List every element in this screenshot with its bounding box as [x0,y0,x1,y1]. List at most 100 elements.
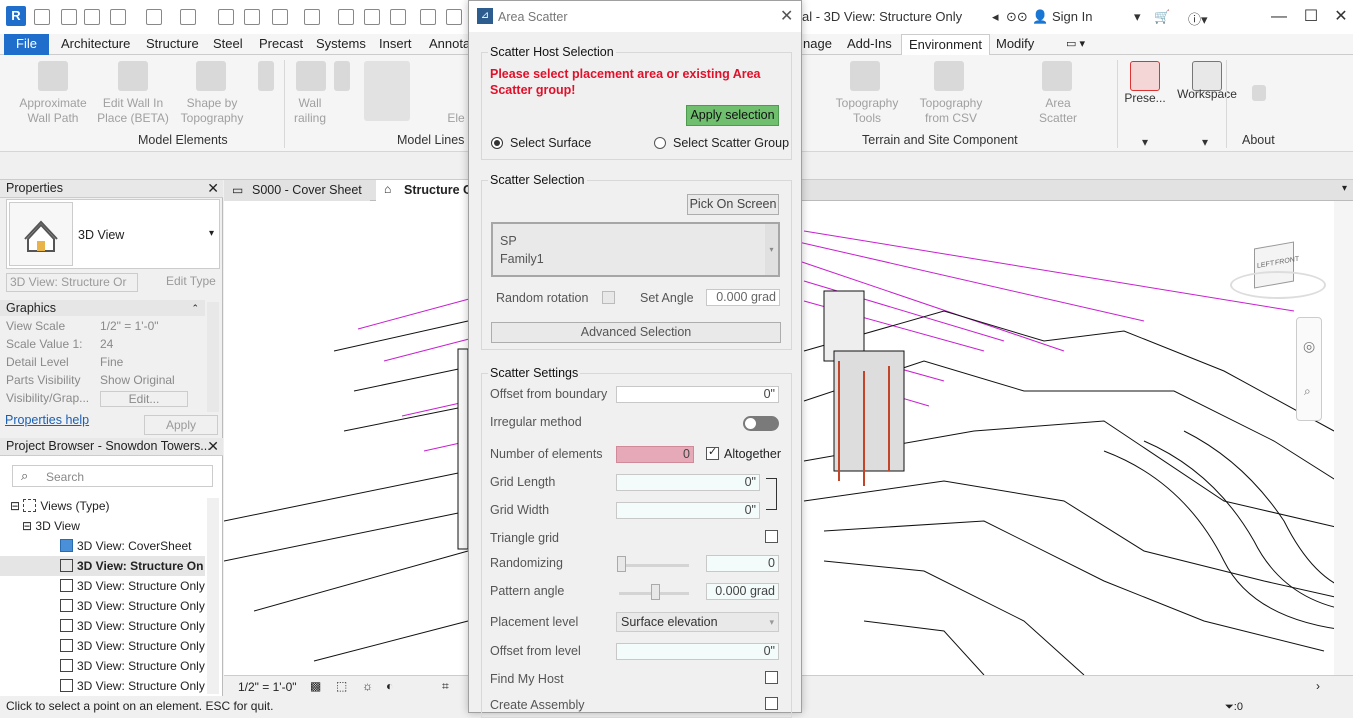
list-scrollbar[interactable]: ▾ [765,224,778,275]
area-scatter-button[interactable]: Area Scatter [1030,96,1086,126]
prop-row-visibility-graphics[interactable]: Visibility/Grap... Edit... [6,389,202,407]
family-list[interactable]: SP Family1 ▾ [491,222,780,277]
sync-icon[interactable] [110,9,126,25]
apply-selection-button[interactable]: Apply selection [686,105,779,126]
visual-style-icon[interactable]: ⬚ [336,679,347,693]
open-icon[interactable] [61,9,77,25]
altogether-label[interactable]: Altogether [724,447,781,461]
randomizing-slider-thumb[interactable] [617,556,626,572]
revit-app-icon[interactable]: R [6,6,26,26]
tree-views-type[interactable]: ⊟ Views (Type) [10,496,110,516]
maximize-button[interactable]: ☐ [1296,6,1326,28]
prop-row-view-scale[interactable]: View Scale 1/2" = 1'-0" [6,317,202,335]
tab-systems[interactable]: Systems [316,34,366,55]
pattern-angle-slider-thumb[interactable] [651,584,660,600]
prop-row-scale-value[interactable]: Scale Value 1: 24 [6,335,202,353]
properties-help-link[interactable]: Properties help [5,413,89,427]
edit-wall-in-place-button[interactable]: Edit Wall In Place (BETA) [96,96,170,126]
small-tools-icon[interactable] [258,61,274,91]
dropdown-icon[interactable]: ▾ [1134,9,1141,25]
crop-icon[interactable]: ⌗ [442,679,449,694]
graphics-section[interactable]: Graphics ⌃ [0,300,205,316]
scroll-right-icon[interactable]: › [1316,679,1320,693]
tree-3d-view[interactable]: ⊟ 3D View [22,516,80,536]
view-cube[interactable]: LEFT FRONT [1224,237,1334,307]
tab-cover-sheet[interactable]: S000 - Cover Sheet [224,180,370,201]
tab-add-ins[interactable]: Add-Ins [847,34,892,55]
offset-level-input[interactable]: 0" [616,643,779,660]
tree-item[interactable]: 3D View: CoverSheet [60,536,192,556]
model-lines-icon[interactable] [364,61,410,121]
compass-ring[interactable] [1230,271,1326,299]
tab-architecture[interactable]: Architecture [61,34,130,55]
tab-steel[interactable]: Steel [213,34,243,55]
apply-button[interactable]: Apply [144,415,218,435]
triangle-grid-checkbox[interactable] [765,530,778,543]
user-icon[interactable]: 👤 [1032,9,1048,25]
pattern-angle-input[interactable]: 0.000 grad [706,583,779,600]
sign-in-link[interactable]: Sign In [1052,9,1092,24]
workspace-button[interactable]: Workspace [1172,87,1242,102]
undo-icon[interactable] [146,9,162,25]
presets-button[interactable]: Prese... [1120,91,1170,106]
grid-length-input[interactable]: 0" [616,474,760,491]
tree-item[interactable]: 3D View: Structure Only [60,676,205,696]
text-icon[interactable] [364,9,380,25]
redo-icon[interactable] [180,9,196,25]
help-icon[interactable]: ⓘ▾ [1188,9,1208,28]
tab-file[interactable]: File [4,34,49,55]
tab-manage[interactable]: nage [803,34,832,55]
default-3d-icon[interactable] [390,9,406,25]
tab-insert[interactable]: Insert [379,34,412,55]
grid-width-input[interactable]: 0" [616,502,760,519]
home-icon[interactable] [34,9,50,25]
edit-type-button[interactable]: Edit Type [144,273,218,292]
navigation-bar[interactable]: ◎ ⌕ [1296,317,1322,421]
section-icon[interactable] [420,9,436,25]
shape-by-topography-button[interactable]: Shape by Topography [176,96,248,126]
dimension-icon[interactable] [272,9,288,25]
steering-wheel-icon[interactable]: ◎ [1303,338,1315,355]
shadows-icon[interactable]: ◐ [386,679,393,693]
collapse-icon[interactable]: ⌃ [191,300,199,316]
wall-railing-button[interactable]: Wall railing [286,96,334,126]
list-item[interactable]: SP [500,234,517,248]
minimize-button[interactable]: — [1264,6,1294,28]
detail-level-icon[interactable]: ▩ [310,679,321,693]
type-selector[interactable]: 3D View ▾ [6,199,220,269]
set-angle-input[interactable]: 0.000 grad [706,289,780,306]
find-host-checkbox[interactable] [765,671,778,684]
railing-tools-icon[interactable] [334,61,350,91]
tag-icon[interactable] [338,9,354,25]
link-icon[interactable] [766,478,777,510]
pick-on-screen-button[interactable]: Pick On Screen [687,194,779,215]
about-icon[interactable] [1252,85,1266,101]
select-scatter-group-radio[interactable] [654,137,666,149]
create-assembly-checkbox[interactable] [765,697,778,710]
tree-item-selected[interactable]: 3D View: Structure On [0,556,205,576]
list-item[interactable]: Family1 [500,252,544,266]
randomizing-slider[interactable] [619,564,689,567]
tab-annotate[interactable]: Annota [429,34,470,55]
close-browser-icon[interactable]: ✕ [207,438,219,455]
view-scale-control[interactable]: 1/2" = 1'-0" [238,680,297,694]
select-surface-label[interactable]: Select Surface [510,136,591,150]
sun-path-icon[interactable]: ☼ [362,679,373,693]
elevation-button[interactable]: Ele [446,111,466,126]
browser-scrollbar[interactable] [207,498,219,694]
close-dialog-button[interactable]: ✕ [780,6,793,26]
type-dropdown-icon[interactable]: ▾ [209,228,214,239]
tab-modify[interactable]: Modify [996,34,1034,55]
save-icon[interactable] [84,9,100,25]
workspace-dropdown-icon[interactable]: ▾ [1198,135,1212,150]
close-properties-icon[interactable]: ✕ [207,180,219,197]
tree-item[interactable]: 3D View: Structure Only [60,636,205,656]
tree-item[interactable]: 3D View: Structure Only [60,596,205,616]
align-icon[interactable] [304,9,320,25]
tab-structure-only[interactable]: Structure O [376,180,481,201]
close-window-button[interactable]: ✕ [1326,6,1353,28]
filter-icon[interactable]: ⏷:0 [1225,698,1243,716]
placement-level-select[interactable]: Surface elevation ▾ [616,612,779,632]
random-rotation-checkbox[interactable] [602,291,615,304]
tab-structure[interactable]: Structure [146,34,199,55]
